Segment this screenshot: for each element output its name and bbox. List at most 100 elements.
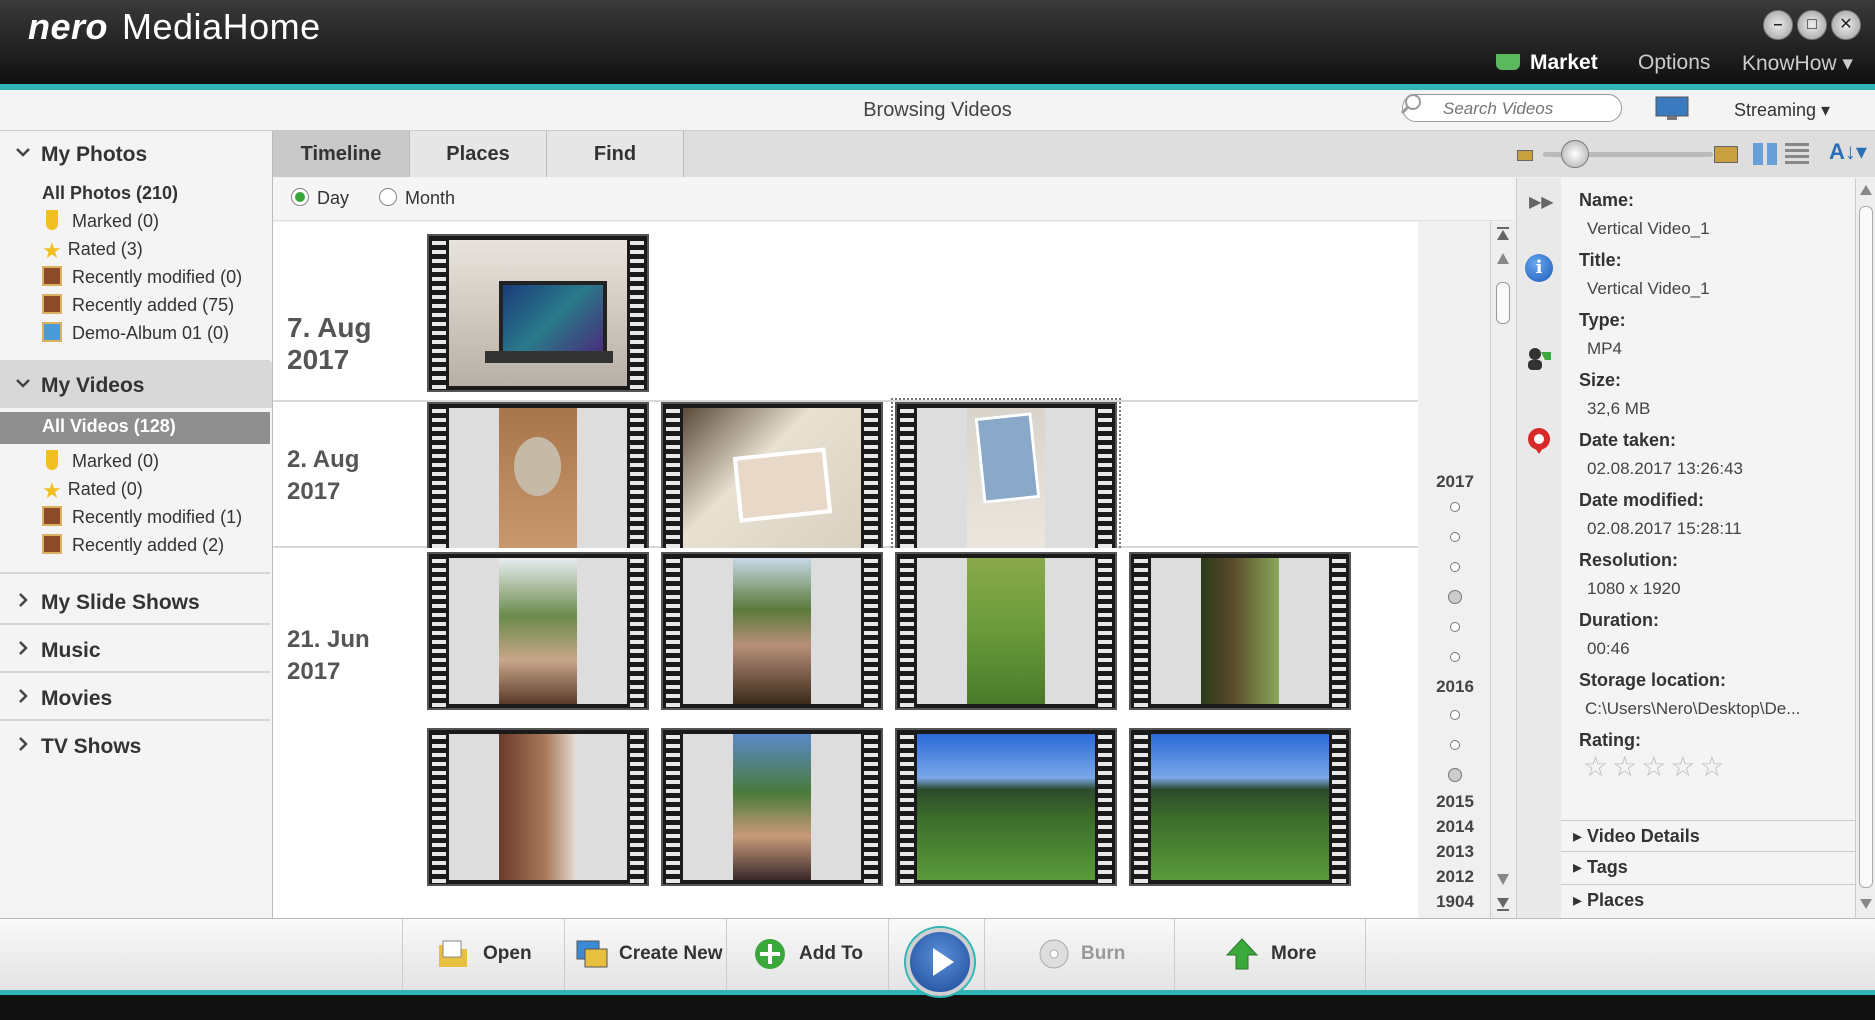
sidebar-item-photos-marked[interactable]: Marked (0): [42, 207, 159, 235]
year-marker[interactable]: [1450, 710, 1460, 720]
close-button[interactable]: ✕: [1831, 10, 1861, 40]
streaming-dropdown[interactable]: Streaming ▾: [1734, 100, 1830, 121]
collapse-panel-icon[interactable]: ▶▶: [1529, 192, 1554, 212]
year-marker[interactable]: [1450, 532, 1460, 542]
timeline-scrollbar[interactable]: [1490, 222, 1515, 918]
sidebar-item-demo-album[interactable]: Demo-Album 01 (0): [42, 319, 229, 347]
minimize-button[interactable]: –: [1763, 10, 1793, 40]
monitor-icon[interactable]: [1655, 96, 1689, 122]
radio-month[interactable]: Month: [379, 188, 455, 209]
year-label[interactable]: 2016: [1420, 677, 1490, 697]
expander-tags[interactable]: ▸ Tags: [1561, 851, 1855, 882]
location-pin-icon[interactable]: [1525, 426, 1553, 454]
video-thumbnail[interactable]: [1129, 728, 1351, 886]
sidebar-section-my-videos[interactable]: My Videos: [0, 362, 272, 408]
rating-stars[interactable]: ☆☆☆☆☆: [1583, 750, 1729, 783]
sidebar-item-photos-recently-modified[interactable]: Recently modified (0): [42, 263, 242, 291]
add-icon: [755, 939, 785, 969]
people-tag-icon[interactable]: [1525, 344, 1553, 372]
scroll-up-icon[interactable]: [1495, 252, 1511, 266]
timeline-group: 21. Jun 2017: [273, 548, 1418, 918]
sort-icon[interactable]: A↓▾: [1829, 139, 1867, 165]
sidebar-item-videos-recently-modified[interactable]: Recently modified (1): [42, 503, 242, 531]
year-marker[interactable]: [1450, 502, 1460, 512]
app-logo: nero MediaHome: [28, 6, 321, 47]
year-label[interactable]: 2015: [1420, 792, 1490, 812]
play-button[interactable]: [906, 928, 974, 996]
tab-find[interactable]: Find: [547, 131, 684, 177]
video-thumbnail[interactable]: [661, 728, 883, 886]
year-label[interactable]: 2014: [1420, 817, 1490, 837]
sidebar-item-all-videos[interactable]: All Videos (128): [0, 412, 270, 444]
add-to-button[interactable]: Add To: [726, 919, 889, 991]
scroll-thumb[interactable]: [1859, 206, 1873, 888]
year-marker[interactable]: [1448, 768, 1462, 782]
year-label[interactable]: 2012: [1420, 867, 1490, 887]
detail-date-taken: 02.08.2017 13:26:43: [1587, 459, 1743, 478]
sidebar-section-tv-shows[interactable]: TV Shows: [0, 723, 272, 769]
scroll-thumb[interactable]: [1496, 282, 1510, 324]
video-thumbnail[interactable]: [661, 402, 883, 560]
year-label[interactable]: 2017: [1420, 472, 1490, 492]
sidebar-section-slide-shows[interactable]: My Slide Shows: [0, 579, 272, 625]
video-thumbnail[interactable]: [895, 728, 1117, 886]
grid-view-icon[interactable]: [1753, 143, 1777, 165]
list-view-icon[interactable]: [1785, 143, 1809, 165]
tab-places[interactable]: Places: [410, 131, 547, 177]
chevron-right-icon: [19, 593, 28, 607]
expander-places[interactable]: ▸ Places: [1561, 884, 1855, 915]
options-menu[interactable]: Options: [1638, 51, 1710, 75]
sidebar-section-movies[interactable]: Movies: [0, 675, 272, 721]
info-icon[interactable]: i: [1525, 254, 1553, 282]
video-thumbnail[interactable]: [661, 552, 883, 710]
maximize-button[interactable]: □: [1797, 10, 1827, 40]
zoom-slider-handle[interactable]: [1561, 140, 1589, 168]
video-thumbnail-selected[interactable]: [891, 398, 1121, 564]
zoom-slider[interactable]: [1543, 140, 1713, 168]
video-thumbnail[interactable]: [427, 552, 649, 710]
details-scrollbar[interactable]: [1855, 178, 1875, 918]
year-label[interactable]: 1904: [1420, 892, 1490, 912]
market-menu[interactable]: Market: [1496, 51, 1598, 75]
radio-day[interactable]: Day: [291, 188, 349, 209]
video-thumbnail[interactable]: [427, 234, 649, 392]
sidebar-section-my-photos[interactable]: My Photos: [0, 131, 272, 177]
sidebar-item-videos-recently-added[interactable]: Recently added (2): [42, 531, 224, 559]
search-box[interactable]: [1400, 94, 1622, 122]
sidebar-item-photos-rated[interactable]: ★ Rated (3): [42, 235, 143, 263]
search-input[interactable]: [1441, 97, 1615, 121]
details-panel: Name: Vertical Video_1 Title: Vertical V…: [1561, 178, 1855, 918]
year-navigator[interactable]: 2017 2016 2015 2014 2013 2012 1904: [1420, 222, 1490, 918]
tab-timeline[interactable]: Timeline: [273, 131, 410, 177]
bookmark-icon: [46, 450, 58, 470]
album-icon: [42, 266, 62, 286]
scroll-down-icon[interactable]: [1495, 872, 1511, 886]
sidebar-item-all-photos[interactable]: All Photos (210): [42, 179, 178, 207]
year-marker[interactable]: [1448, 590, 1462, 604]
video-thumbnail[interactable]: [895, 552, 1117, 710]
panel-icon-strip: ▶▶ i: [1516, 178, 1562, 918]
sidebar-item-videos-rated[interactable]: ★ Rated (0): [42, 475, 143, 503]
scroll-top-icon[interactable]: [1495, 226, 1511, 242]
video-thumbnail[interactable]: [427, 402, 649, 560]
video-thumbnail[interactable]: [1129, 552, 1351, 710]
year-label[interactable]: 2013: [1420, 842, 1490, 862]
knowhow-menu[interactable]: KnowHow ▾: [1742, 51, 1853, 76]
year-marker[interactable]: [1450, 622, 1460, 632]
year-marker[interactable]: [1450, 652, 1460, 662]
open-button[interactable]: Open: [402, 919, 565, 991]
sidebar-section-music[interactable]: Music: [0, 627, 272, 673]
sidebar-item-photos-recently-added[interactable]: Recently added (75): [42, 291, 234, 319]
scroll-up-icon[interactable]: [1859, 184, 1873, 196]
year-marker[interactable]: [1450, 562, 1460, 572]
more-button[interactable]: More: [1174, 919, 1366, 991]
sidebar-item-videos-marked[interactable]: Marked (0): [42, 447, 159, 475]
scroll-bottom-icon[interactable]: [1495, 896, 1511, 912]
create-new-button[interactable]: Create New: [564, 919, 727, 991]
detail-name: Vertical Video_1: [1587, 219, 1710, 238]
burn-button[interactable]: Burn: [984, 919, 1175, 991]
video-thumbnail[interactable]: [427, 728, 649, 886]
scroll-down-icon[interactable]: [1859, 898, 1873, 910]
expander-video-details[interactable]: ▸ Video Details: [1561, 820, 1855, 851]
year-marker[interactable]: [1450, 740, 1460, 750]
